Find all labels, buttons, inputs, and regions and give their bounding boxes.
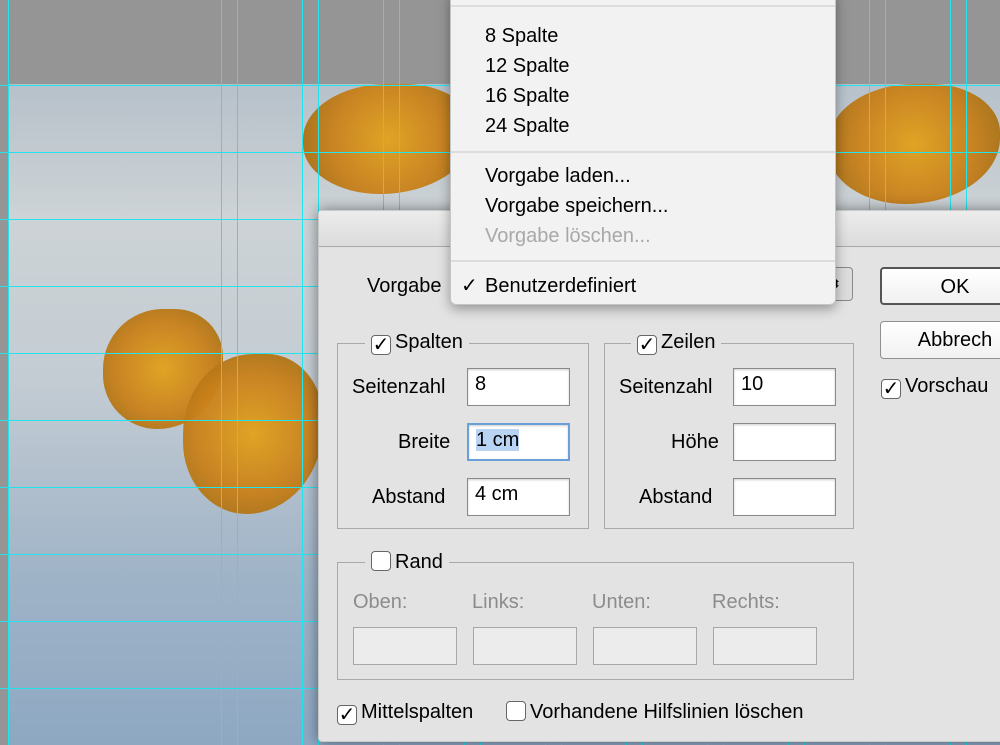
menu-item-load-preset[interactable]: Vorgabe laden... xyxy=(485,165,631,188)
preview-checkbox[interactable]: ✓ Vorschau xyxy=(881,375,988,399)
leaves-image xyxy=(828,84,1000,204)
menu-item-24-columns[interactable]: 24 Spalte xyxy=(485,115,570,138)
menu-separator xyxy=(451,151,835,153)
preset-label: Vorgabe xyxy=(367,275,442,297)
menu-separator xyxy=(451,260,835,262)
margin-left-label: Links: xyxy=(472,591,525,613)
checkbox-icon: ✓ xyxy=(637,334,657,356)
margin-top-label: Oben: xyxy=(353,591,408,613)
vertical-guide xyxy=(8,0,9,745)
rows-label: Zeilen xyxy=(661,331,716,353)
checkmark-icon: ✓ xyxy=(461,275,478,297)
margin-left-input[interactable] xyxy=(473,627,577,665)
rows-gutter-input[interactable] xyxy=(733,478,836,516)
columns-count-label: Seitenzahl xyxy=(352,376,446,398)
center-columns-label: Mittelspalten xyxy=(361,701,474,723)
ok-button[interactable]: OK xyxy=(880,267,1000,305)
margin-top-input[interactable] xyxy=(353,627,457,665)
menu-item-custom[interactable]: Benutzerdefiniert xyxy=(485,275,636,298)
vertical-guide xyxy=(302,0,303,745)
columns-width-value: 1 cm xyxy=(476,429,520,451)
rows-height-input[interactable] xyxy=(733,423,836,461)
cancel-button[interactable]: Abbrech xyxy=(880,321,1000,359)
margin-right-label: Rechts: xyxy=(712,591,780,613)
checkbox-icon: ✓ xyxy=(337,704,357,726)
clear-guides-checkbox[interactable]: Vorhandene Hilfslinien löschen xyxy=(506,701,804,724)
rows-height-label: Höhe xyxy=(671,431,719,453)
leaves-image xyxy=(303,84,473,194)
margin-label: Rand xyxy=(395,551,443,573)
margin-bottom-label: Unten: xyxy=(592,591,651,613)
checkbox-icon xyxy=(371,551,391,571)
preview-label: Vorschau xyxy=(905,375,989,397)
checkbox-icon: ✓ xyxy=(371,334,391,356)
rows-checkbox[interactable]: ✓ Zeilen xyxy=(631,331,722,356)
margin-bottom-input[interactable] xyxy=(593,627,697,665)
vertical-guide xyxy=(221,0,222,745)
preset-dropdown-menu: 8 Spalte 12 Spalte 16 Spalte 24 Spalte V… xyxy=(450,0,836,305)
rows-gutter-label: Abstand xyxy=(639,486,713,508)
columns-label: Spalten xyxy=(395,331,463,353)
vertical-guide xyxy=(237,0,238,745)
margin-right-input[interactable] xyxy=(713,627,817,665)
columns-gutter-label: Abstand xyxy=(372,486,446,508)
rows-count-input[interactable]: 10 xyxy=(733,368,836,406)
menu-separator xyxy=(451,5,835,7)
checkbox-icon: ✓ xyxy=(881,378,901,400)
rows-count-label: Seitenzahl xyxy=(619,376,713,398)
menu-item-16-columns[interactable]: 16 Spalte xyxy=(485,85,570,108)
menu-item-delete-preset: Vorgabe löschen... xyxy=(485,225,651,247)
menu-item-save-preset[interactable]: Vorgabe speichern... xyxy=(485,195,668,218)
columns-gutter-input[interactable]: 4 cm xyxy=(467,478,570,516)
columns-count-input[interactable]: 8 xyxy=(467,368,570,406)
clear-guides-label: Vorhandene Hilfslinien löschen xyxy=(530,701,804,723)
menu-item-12-columns[interactable]: 12 Spalte xyxy=(485,55,570,78)
margin-checkbox[interactable]: Rand xyxy=(365,551,449,574)
center-columns-checkbox[interactable]: ✓ Mittelspalten xyxy=(337,701,473,725)
menu-item-8-columns[interactable]: 8 Spalte xyxy=(485,25,558,48)
columns-width-label: Breite xyxy=(398,431,451,453)
columns-width-input[interactable]: 1 cm xyxy=(467,423,570,461)
columns-checkbox[interactable]: ✓ Spalten xyxy=(365,331,469,355)
checkbox-icon xyxy=(506,701,526,721)
